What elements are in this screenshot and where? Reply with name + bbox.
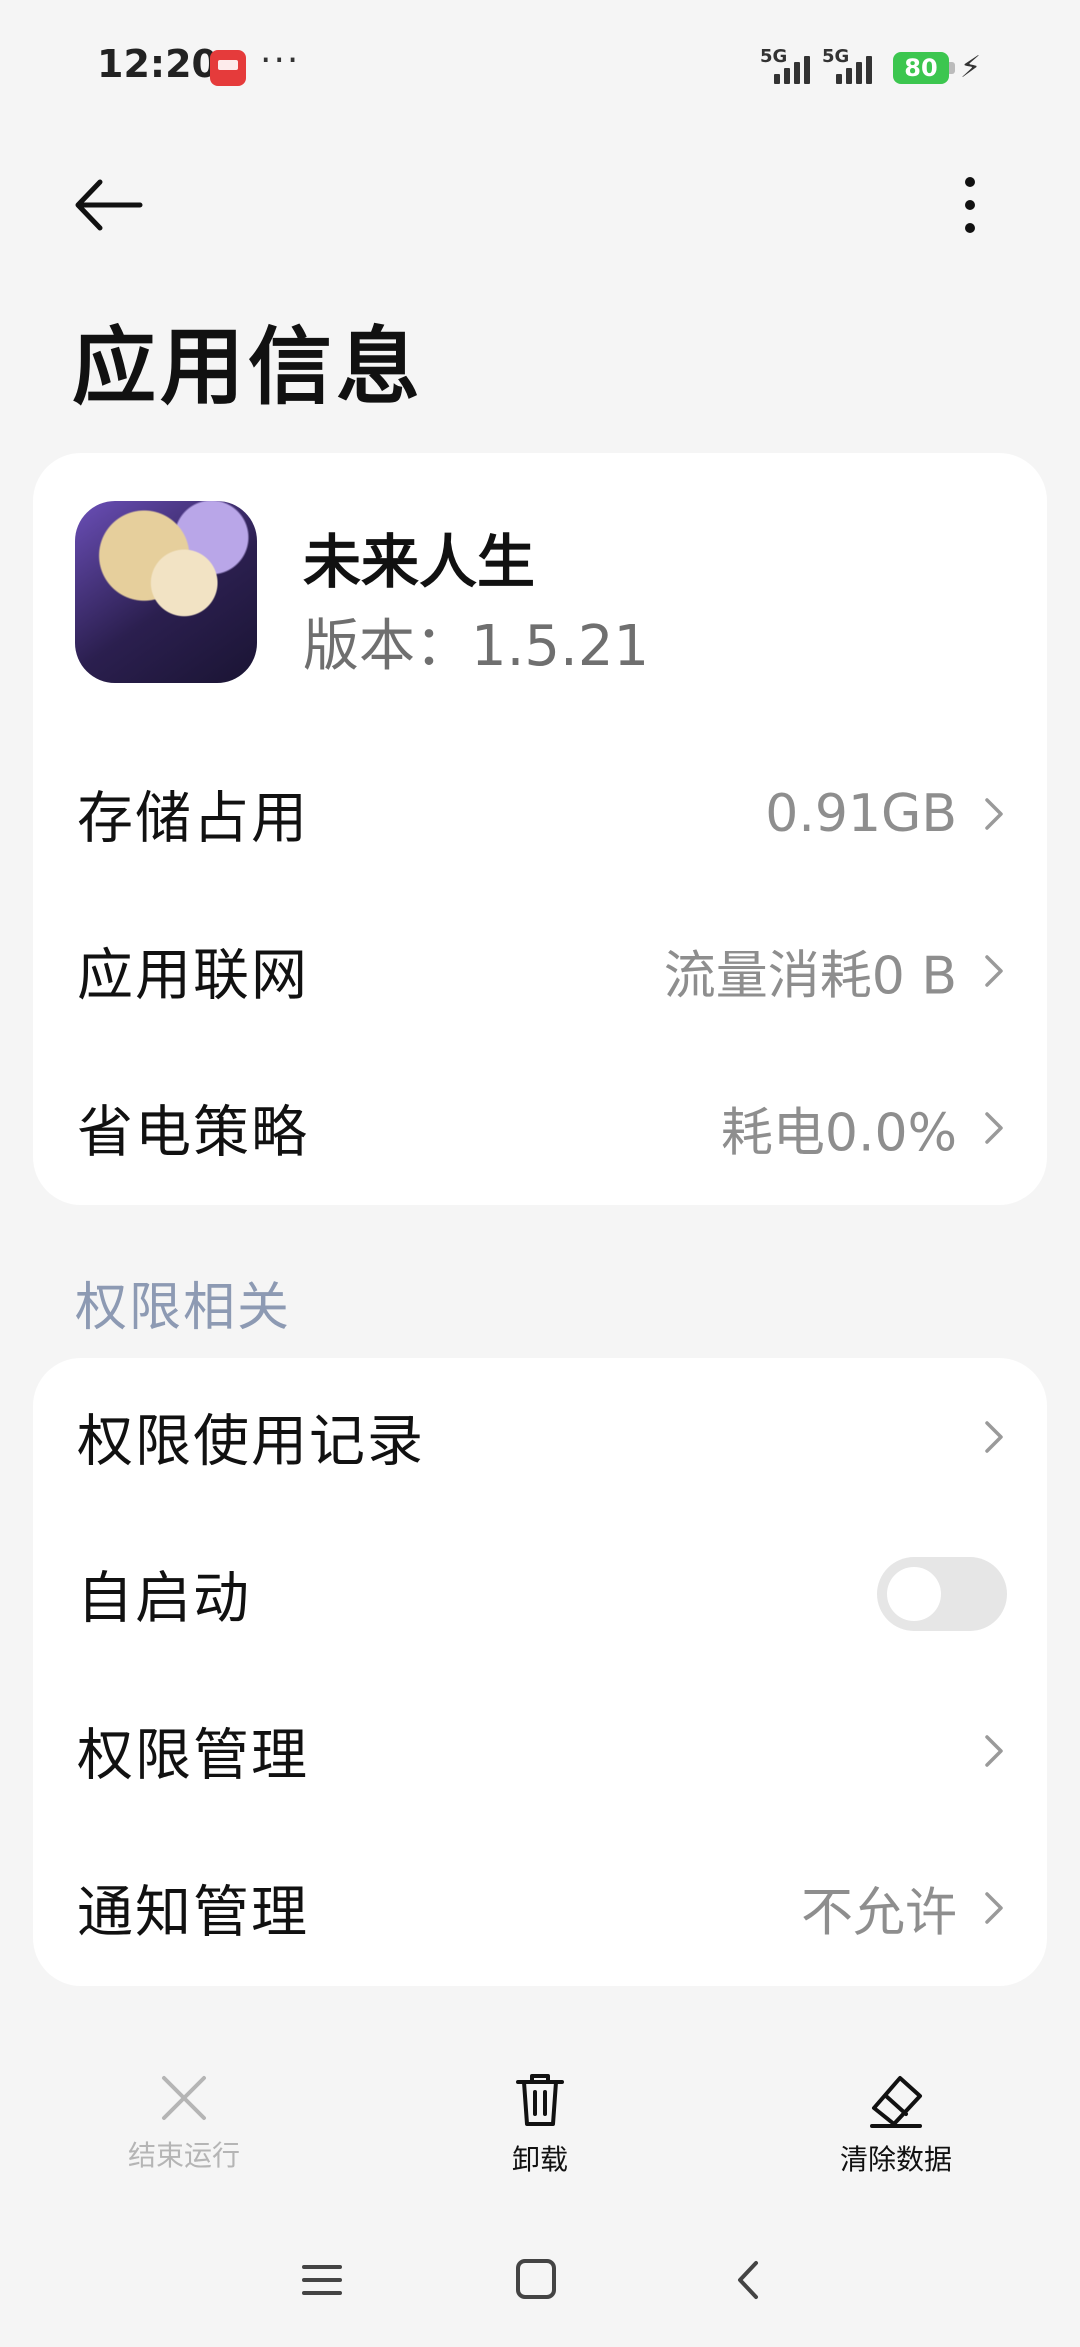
uninstall-label: 卸载 — [511, 2143, 568, 2176]
battery-icon: 80 — [893, 52, 949, 84]
force-stop-label: 结束运行 — [127, 2139, 240, 2172]
permission-management-row[interactable]: 权限管理 — [33, 1672, 1047, 1829]
back-arrow-icon — [75, 179, 143, 231]
page-title: 应用信息 — [72, 318, 425, 416]
chevron-right-icon — [985, 797, 1003, 830]
nav-back-button[interactable] — [720, 2255, 780, 2305]
force-stop-button[interactable]: 结束运行 — [74, 2070, 294, 2180]
app-version: 版本：1.5.21 — [303, 614, 650, 679]
permissions-card: 权限使用记录 自启动 权限管理 通知管理 不允许 — [33, 1358, 1047, 1986]
row-value: 流量消耗0 B — [663, 946, 957, 1006]
network-row[interactable]: 应用联网 流量消耗0 B — [33, 892, 1047, 1049]
clear-data-button[interactable]: 清除数据 — [786, 2070, 1006, 2180]
row-value: 耗电0.0% — [720, 1103, 957, 1163]
row-label: 省电策略 — [77, 1100, 309, 1165]
home-button[interactable] — [506, 2255, 566, 2305]
chevron-right-icon — [985, 1891, 1003, 1924]
trash-icon — [516, 2074, 564, 2126]
back-button[interactable] — [70, 170, 150, 240]
charging-icon: ⚡ — [960, 50, 982, 85]
row-label: 存储占用 — [77, 786, 309, 851]
row-value: 0.91GB — [765, 783, 957, 844]
clear-data-label: 清除数据 — [839, 2143, 952, 2176]
recent-apps-button[interactable] — [292, 2255, 352, 2305]
close-icon — [162, 2076, 206, 2120]
signal-1-icon: 5G — [760, 46, 820, 86]
app-name: 未来人生 — [303, 528, 536, 596]
chevron-right-icon — [985, 1420, 1003, 1453]
row-value: 不允许 — [800, 1883, 957, 1943]
more-options-button[interactable] — [950, 170, 990, 240]
auto-start-toggle[interactable] — [877, 1556, 1007, 1631]
row-label: 应用联网 — [77, 943, 309, 1008]
chevron-right-icon — [985, 1111, 1003, 1144]
status-time: 12:20 — [97, 42, 218, 86]
storage-row[interactable]: 存储占用 0.91GB — [33, 735, 1047, 892]
uninstall-button[interactable]: 卸载 — [430, 2070, 650, 2180]
chevron-right-icon — [985, 954, 1003, 987]
row-label: 权限管理 — [77, 1723, 309, 1788]
notification-management-row[interactable]: 通知管理 不允许 — [33, 1829, 1047, 1986]
row-label: 通知管理 — [77, 1880, 309, 1945]
app-info-card: 未来人生 版本：1.5.21 存储占用 0.91GB 应用联网 流量消耗0 B … — [33, 453, 1047, 1205]
app-icon — [75, 501, 257, 683]
menu-icon — [302, 2265, 342, 2295]
chevron-right-icon — [985, 1734, 1003, 1767]
more-vertical-icon — [965, 177, 975, 233]
app-notification-icon — [210, 50, 246, 86]
home-square-icon — [516, 2259, 556, 2299]
auto-start-row: 自启动 — [33, 1515, 1047, 1672]
back-chevron-icon — [738, 2261, 758, 2299]
signal-2-icon: 5G — [822, 46, 882, 86]
more-notifications-icon: ··· — [260, 40, 301, 81]
permission-history-row[interactable]: 权限使用记录 — [33, 1358, 1047, 1515]
eraser-icon — [870, 2076, 922, 2128]
status-bar: 12:20 ··· 5G 5G 80 ⚡ — [0, 0, 1080, 140]
battery-tip — [949, 62, 955, 74]
battery-saver-row[interactable]: 省电策略 耗电0.0% — [33, 1049, 1047, 1206]
row-label: 自启动 — [77, 1566, 251, 1631]
section-header-permissions: 权限相关 — [75, 1278, 292, 1338]
row-label: 权限使用记录 — [77, 1409, 425, 1474]
